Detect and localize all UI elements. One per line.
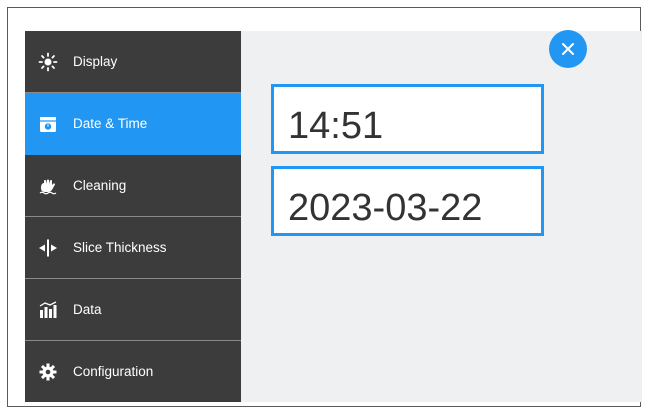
calendar-icon (37, 113, 59, 135)
gear-icon (37, 361, 59, 383)
sidebar-item-cleaning[interactable]: Cleaning (25, 155, 241, 217)
sidebar-item-label: Configuration (73, 364, 154, 379)
data-chart-icon (37, 299, 59, 321)
sidebar-item-label: Slice Thickness (73, 240, 167, 255)
sidebar-item-date-time[interactable]: Date & Time (25, 93, 241, 155)
sidebar-item-label: Data (73, 302, 102, 317)
sidebar: Display Date & Time Cleaning Slice Thick… (25, 31, 241, 402)
time-field[interactable]: 14:51 (271, 84, 544, 154)
close-icon (562, 43, 574, 55)
sidebar-item-display[interactable]: Display (25, 31, 241, 93)
time-value: 14:51 (288, 105, 384, 147)
slice-thickness-icon (37, 237, 59, 259)
close-button[interactable] (549, 30, 587, 68)
sidebar-item-data[interactable]: Data (25, 279, 241, 341)
sidebar-item-label: Display (73, 54, 118, 69)
date-field[interactable]: 2023-03-22 (271, 166, 544, 236)
date-value: 2023-03-22 (288, 187, 483, 229)
sidebar-item-configuration[interactable]: Configuration (25, 341, 241, 402)
sun-icon (37, 51, 59, 73)
sidebar-item-label: Cleaning (73, 178, 127, 193)
hand-wash-icon (37, 175, 59, 197)
sidebar-item-slice-thickness[interactable]: Slice Thickness (25, 217, 241, 279)
sidebar-item-label: Date & Time (73, 116, 148, 131)
